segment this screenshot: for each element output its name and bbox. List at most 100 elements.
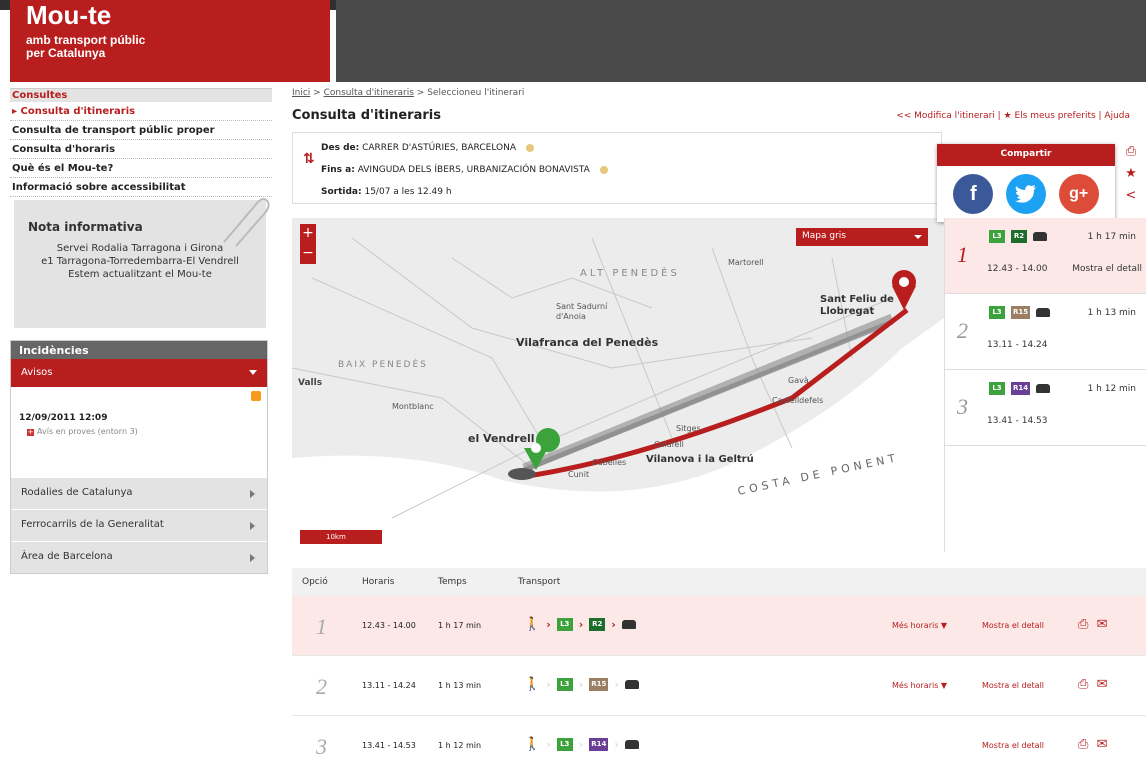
map-label: Valls — [298, 378, 323, 388]
departure-label: Sortida: — [321, 187, 362, 197]
line-badge: L3 — [989, 382, 1005, 395]
print-icon[interactable]: ⎙ — [1078, 617, 1088, 632]
sidebar-item-que-es[interactable]: Què és el Mou-te? — [10, 159, 272, 178]
map-label: Castelldefels — [772, 396, 824, 405]
zoom-in-button[interactable]: + — [300, 224, 316, 244]
header-banner — [336, 0, 1146, 82]
option-number: 1 — [957, 242, 968, 267]
map-label: ALT PENEDÈS — [580, 268, 680, 279]
avis-item[interactable]: + Avís en proves (entorn 3) — [19, 427, 259, 436]
line-badge: L3 — [989, 306, 1005, 319]
rss-icon[interactable] — [251, 391, 261, 401]
incidents-panel: Incidències Avisos 12/09/2011 12:09 + Aví… — [10, 340, 268, 574]
walk-icon: 🚶 — [524, 617, 541, 632]
show-detail-link[interactable]: Mostra el detall — [982, 681, 1044, 690]
incidents-section-barcelona[interactable]: Àrea de Barcelona — [11, 541, 267, 573]
incidents-section-fgc[interactable]: Ferrocarrils de la Generalitat — [11, 509, 267, 541]
swap-route-icon[interactable]: ⇅ — [303, 151, 315, 167]
map-label: BAIX PENEDÈS — [338, 360, 428, 370]
print-icon[interactable]: ⎙ — [1078, 737, 1088, 752]
twitter-icon[interactable] — [1005, 174, 1046, 214]
option-card[interactable]: 1 L3 R2 1 h 17 min 12.43 - 14.00 Mostra … — [945, 218, 1146, 294]
row-temps: 1 h 13 min — [438, 681, 482, 690]
side-tools: ⎙ ★ < — [1122, 144, 1140, 210]
option-transport: L3 R15 — [989, 306, 1051, 319]
zoom-out-button[interactable]: − — [300, 244, 316, 264]
line-badge: L3 — [556, 678, 573, 691]
chevron-down-icon — [249, 370, 257, 375]
car-icon — [1033, 232, 1047, 241]
map-type-value: Mapa gris — [802, 231, 846, 241]
map-label: Vilanova i la Geltrú — [646, 454, 754, 465]
route-from: Des de: CARRER D'ASTÚRIES, BARCELONA — [321, 143, 941, 155]
line-badge: R14 — [589, 738, 609, 751]
to-value: AVINGUDA DELS ÍBERS, URBANIZACIÓN BONAVI… — [357, 165, 590, 175]
map-label: Cunit — [568, 470, 590, 479]
avisos-dropdown[interactable]: Avisos — [11, 359, 267, 387]
sidebar-item-consulta-itineraris[interactable]: ▸ Consulta d'itineraris — [10, 102, 272, 121]
chevron-right-icon: › — [578, 618, 584, 631]
map-type-select[interactable]: Mapa gris — [796, 228, 928, 246]
breadcrumb-itineraris-link[interactable]: Consulta d'itineraris — [324, 88, 414, 98]
google-plus-icon[interactable]: g+ — [1058, 174, 1099, 214]
star-icon[interactable]: ★ — [1122, 166, 1140, 188]
print-icon[interactable]: ⎙ — [1078, 677, 1088, 692]
option-times: 12.43 - 14.00 — [987, 264, 1048, 274]
table-row[interactable]: 1 12.43 - 14.00 1 h 17 min 🚶 › L3 › R2 ›… — [292, 596, 1146, 656]
route-departure: Sortida: 15/07 a les 12.49 h — [321, 187, 941, 199]
sidebar-item-horaris[interactable]: Consulta d'horaris — [10, 140, 272, 159]
row-temps: 1 h 12 min — [438, 741, 482, 750]
table-row[interactable]: 3 13.41 - 14.53 1 h 12 min 🚶 › L3 › R14 … — [292, 716, 1146, 769]
chevron-right-icon: › — [614, 738, 619, 751]
top-links[interactable]: << Modifica l'itinerari | ★ Els meus pre… — [800, 111, 1130, 121]
table-row[interactable]: 2 13.11 - 14.24 1 h 13 min 🚶 › L3 › R15 … — [292, 656, 1146, 716]
chevron-right-icon: › — [578, 678, 584, 691]
header-opcio: Opció — [302, 577, 328, 587]
row-actions: ⎙ ✉ — [1078, 677, 1108, 692]
email-icon[interactable]: ✉ — [1097, 617, 1108, 632]
brand-tagline-2: per Catalunya — [26, 46, 106, 60]
map-label: Sant Feliu de Llobregat — [820, 294, 894, 317]
option-card[interactable]: 3 L3 R14 1 h 12 min 13.41 - 14.53 — [945, 370, 1146, 446]
info-note: Nota informativa Servei Rodalia Tarragon… — [14, 198, 270, 328]
page-title: Consulta d'itineraris — [292, 108, 441, 123]
map-label: Martorell — [728, 258, 764, 267]
car-icon — [1036, 308, 1051, 317]
show-detail-link[interactable]: Mostra el detall — [982, 741, 1044, 750]
map-label: Sant Sadurní d'Anoia — [556, 302, 608, 321]
avisos-list: 12/09/2011 12:09 + Avís en proves (entorn… — [11, 387, 267, 477]
share-icon[interactable]: < — [1122, 188, 1140, 210]
line-badge: L3 — [556, 618, 573, 631]
chevron-right-icon: › — [546, 678, 551, 691]
breadcrumb-current: Seleccioneu l'itinerari — [427, 88, 525, 98]
share-popup: Compartir f g+ — [937, 144, 1115, 222]
breadcrumb-home-link[interactable]: Inici — [292, 88, 310, 98]
incidents-section-rodalies[interactable]: Rodalies de Catalunya — [11, 477, 267, 509]
route-to: Fins a: AVINGUDA DELS ÍBERS, URBANIZACIÓ… — [321, 165, 941, 177]
options-panel: 1 L3 R2 1 h 17 min 12.43 - 14.00 Mostra … — [944, 218, 1146, 552]
avis-text: Avís en proves (entorn 3) — [37, 427, 138, 436]
email-icon[interactable]: ✉ — [1097, 677, 1108, 692]
chevron-right-icon: › — [546, 618, 551, 631]
info-note-line: e1 Tarragona-Torredembarra-El Vendrell — [41, 256, 239, 267]
route-map[interactable]: Vilafranca del Penedès el Vendrell Vilan… — [292, 218, 944, 552]
option-number: 3 — [957, 394, 968, 419]
option-card[interactable]: 2 L3 R15 1 h 13 min 13.11 - 14.24 — [945, 294, 1146, 370]
row-number: 1 — [316, 614, 327, 639]
chevron-down-icon — [914, 235, 922, 239]
chevron-right-icon: › — [546, 738, 551, 751]
more-times-link[interactable]: Més horaris ▼ — [892, 621, 947, 630]
show-detail-link[interactable]: Mostra el detall — [1072, 264, 1142, 274]
option-number: 2 — [957, 318, 968, 343]
map-label: Cubelles — [592, 458, 627, 467]
info-note-line: Estem actualitzant el Mou-te — [68, 269, 212, 280]
site-logo[interactable]: Mou-te amb transport públic per Cataluny… — [10, 0, 330, 82]
email-icon[interactable]: ✉ — [1097, 737, 1108, 752]
print-icon[interactable]: ⎙ — [1122, 144, 1140, 166]
facebook-icon[interactable]: f — [953, 174, 994, 214]
show-detail-link[interactable]: Mostra el detall — [982, 621, 1044, 630]
sidebar-item-transport-proper[interactable]: Consulta de transport públic proper — [10, 121, 272, 140]
share-title: Compartir — [937, 144, 1115, 166]
more-times-link[interactable]: Més horaris ▼ — [892, 681, 947, 690]
option-transport: L3 R2 — [989, 230, 1047, 243]
